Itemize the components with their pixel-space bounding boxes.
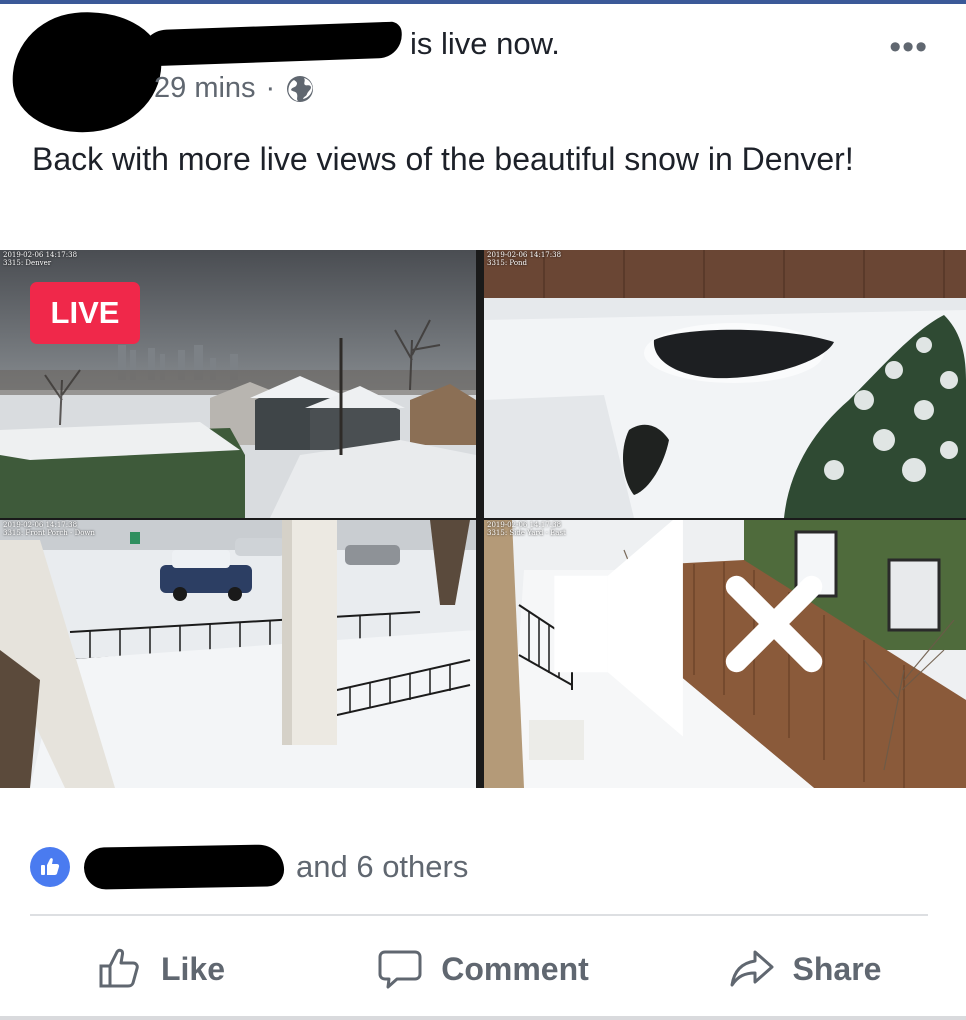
comment-button[interactable]: Comment (322, 934, 644, 1004)
camera-image-pond (484, 250, 966, 518)
reactions-summary[interactable]: and 6 others (30, 842, 930, 892)
live-status-text: is live now. (410, 26, 560, 61)
author-name-redacted[interactable] (139, 21, 403, 67)
post-meta: 29 mins · (154, 72, 315, 105)
post-body-text: Back with more live views of the beautif… (32, 141, 854, 177)
comment-bubble-icon (378, 950, 422, 989)
share-button[interactable]: Share (644, 934, 966, 1004)
reactor-names-redacted[interactable] (83, 844, 285, 890)
thumbs-up-icon (99, 948, 139, 988)
camera-timestamp: 2019-02-06 14:17:38 3315: Denver (3, 251, 78, 267)
globe-icon[interactable] (285, 74, 315, 104)
divider (30, 914, 928, 916)
camera-timestamp: 2019-02-06 14:17:38 3315: Pond (487, 251, 562, 267)
like-label: Like (160, 950, 226, 987)
camera-feed-front-porch: 2019-02-06 14:17:38 3315: Front Porch - … (0, 520, 476, 788)
reaction-count-text[interactable]: and 6 others (296, 849, 468, 885)
avatar-redacted[interactable] (6, 4, 168, 140)
post-timestamp[interactable]: 29 mins (154, 72, 256, 105)
bottom-border (0, 1016, 966, 1020)
live-video-player[interactable]: 2019-02-06 14:17:38 3315: Denver LIVE 20… (0, 250, 966, 788)
share-label: Share (792, 950, 882, 987)
more-options-button[interactable]: ••• (889, 28, 928, 67)
camera-feed-pond: 2019-02-06 14:17:38 3315: Pond (484, 250, 966, 518)
camera-feed-side-yard: 2019-02-06 14:17:38 3315: Side Yard - Ea… (484, 520, 966, 788)
meta-separator: · (265, 72, 276, 104)
camera-timestamp: 2019-02-06 14:17:38 3315: Front Porch - … (3, 521, 95, 537)
camera-image-front-porch (0, 520, 476, 788)
post-header: is live now. 29 mins · ••• (0, 4, 966, 140)
like-button[interactable]: Like (0, 934, 322, 1004)
live-badge[interactable]: LIVE (30, 282, 140, 344)
speaker-muted-icon[interactable] (484, 520, 940, 758)
share-arrow-icon (730, 950, 774, 987)
comment-label: Comment (441, 950, 589, 987)
like-reaction-icon[interactable] (30, 847, 70, 887)
post-action-bar: Like Comment Share (0, 934, 966, 1004)
camera-feed-denver: 2019-02-06 14:17:38 3315: Denver LIVE (0, 250, 476, 518)
